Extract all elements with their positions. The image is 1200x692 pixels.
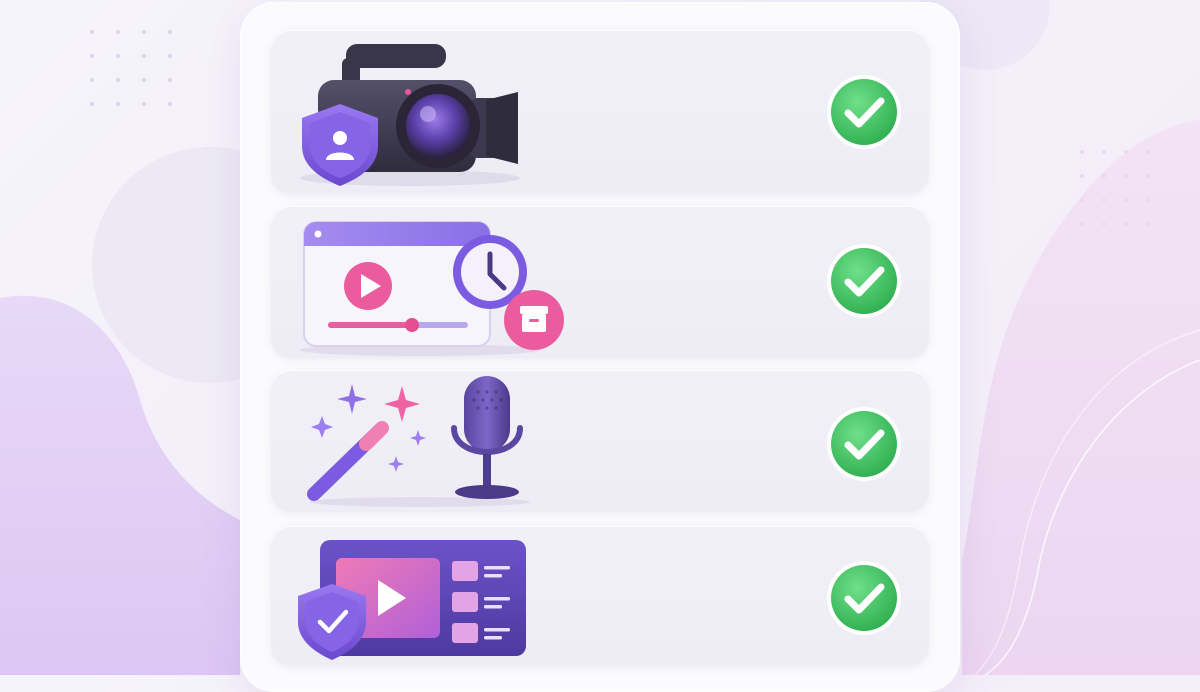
green-checkmark-icon [827, 561, 901, 635]
video-library-with-shield-icon [298, 540, 526, 660]
